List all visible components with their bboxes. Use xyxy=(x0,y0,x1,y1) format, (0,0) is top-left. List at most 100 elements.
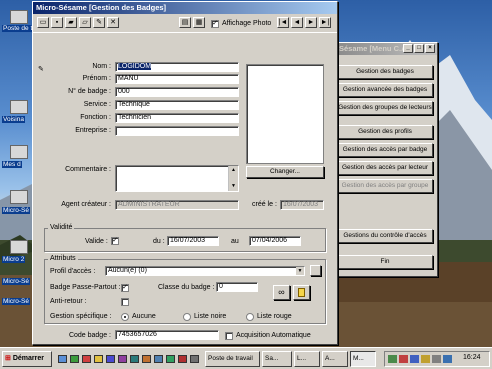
fonction-field[interactable]: Technicien xyxy=(115,113,239,123)
commentaire-textarea[interactable] xyxy=(115,165,239,192)
taskbar-item-l[interactable]: L... xyxy=(294,351,320,367)
minimize-icon[interactable]: _ xyxy=(403,44,413,53)
quicklaunch-icon[interactable] xyxy=(190,355,199,363)
menu-button-gestion-badges[interactable]: Gestion des badges xyxy=(337,65,433,79)
du-field[interactable]: 16/07/2003 xyxy=(167,236,219,246)
changer-button[interactable]: Changer... xyxy=(246,166,324,178)
speaker-icon[interactable] xyxy=(432,355,441,363)
folder-icon[interactable] xyxy=(10,145,28,159)
entreprise-field[interactable] xyxy=(115,126,239,136)
quicklaunch-icon[interactable] xyxy=(130,355,139,363)
app-icon[interactable] xyxy=(10,240,28,254)
clock[interactable]: 16:24 xyxy=(463,354,481,361)
document-icon[interactable] xyxy=(293,285,310,300)
close-icon[interactable]: × xyxy=(425,44,435,53)
tray-icon[interactable] xyxy=(399,355,408,363)
next-record-icon[interactable]: ► xyxy=(305,17,317,28)
quicklaunch-icon[interactable] xyxy=(70,355,79,363)
acquisition-checkbox[interactable] xyxy=(225,332,233,340)
menu-button-gestion-avancee[interactable]: Gestion avancée des badges xyxy=(337,83,433,97)
quicklaunch-icon[interactable] xyxy=(178,355,187,363)
menu-button-acces-groupe[interactable]: Gestion des accès par groupe xyxy=(337,179,433,193)
scroll-down-icon[interactable]: ▼ xyxy=(229,182,238,190)
folder-icon[interactable]: ▱ xyxy=(79,17,91,28)
tray-icon[interactable] xyxy=(388,355,397,363)
attributs-title: Attributs xyxy=(48,255,78,262)
classe-field[interactable]: 0 xyxy=(216,282,258,292)
desktop-icon-label[interactable]: Micro-Sé xyxy=(2,278,31,285)
profil-extra-button[interactable] xyxy=(310,265,321,276)
badge-titlebar[interactable]: Micro-Sésame [Gestion des Badges] xyxy=(33,2,337,14)
taskbar-item-poste[interactable]: Poste de travail xyxy=(205,351,260,367)
quicklaunch-icon[interactable] xyxy=(94,355,103,363)
desktop-icon-label[interactable]: Poste de t xyxy=(2,25,34,32)
photo-icon[interactable]: ▦ xyxy=(193,17,205,28)
profil-select[interactable]: Aucun(e) (0) xyxy=(105,266,305,276)
quicklaunch-icon[interactable] xyxy=(82,355,91,363)
prenom-field[interactable]: MANU xyxy=(115,74,239,84)
desktop-icon-label[interactable]: Micro-Sé xyxy=(2,207,31,214)
menu-button-acces-lecteur[interactable]: Gestion des accès par lecteur xyxy=(337,161,433,175)
menu-button-controle-acces[interactable]: Gestions du contrôle d'accès xyxy=(337,229,433,243)
quicklaunch-icon[interactable] xyxy=(154,355,163,363)
cree-field: 16/07/2003 xyxy=(280,200,324,210)
menu-button-groupes-lecteurs[interactable]: Gestion des groupes de lecteurs xyxy=(337,101,433,115)
menu-button-fin[interactable]: Fin xyxy=(337,255,433,269)
chevron-down-icon[interactable]: ▼ xyxy=(296,267,304,275)
au-field[interactable]: 07/04/2006 xyxy=(249,236,301,246)
taskbar-item-a[interactable]: A... xyxy=(322,351,348,367)
tray-icon[interactable] xyxy=(421,355,430,363)
radio-liste-rouge-label: Liste rouge xyxy=(257,313,292,320)
scroll-up-icon[interactable]: ▲ xyxy=(229,166,238,174)
maximize-icon[interactable]: □ xyxy=(414,44,424,53)
desktop-icon-label[interactable]: Mes d xyxy=(2,161,22,168)
delete-icon[interactable]: ✕ xyxy=(107,17,119,28)
save-icon[interactable]: ▪ xyxy=(51,17,63,28)
taskbar-item-sa[interactable]: Sa... xyxy=(262,351,292,367)
computer-icon[interactable] xyxy=(10,10,28,24)
edit-pencil-icon: ✎ xyxy=(38,66,44,73)
open-folder-icon[interactable]: ▰ xyxy=(65,17,77,28)
quicklaunch-icon[interactable] xyxy=(58,355,67,363)
network-icon[interactable] xyxy=(10,100,28,114)
anti-retour-checkbox[interactable] xyxy=(121,298,129,306)
first-record-icon[interactable]: |◄ xyxy=(277,17,289,28)
desktop-icon-label[interactable]: Micro 2 xyxy=(2,256,26,263)
photo-frame xyxy=(246,64,324,164)
entreprise-label: Entreprise : xyxy=(75,127,111,134)
edit-icon[interactable]: ✎ xyxy=(93,17,105,28)
nom-label: Nom : xyxy=(92,63,111,70)
desktop-icon-label[interactable]: Micro-Sé xyxy=(2,298,31,305)
taskbar-item-m[interactable]: M... xyxy=(350,351,376,367)
desktop-icon-label[interactable]: Voisina xyxy=(2,116,25,123)
photo-checkbox[interactable]: ✓ xyxy=(211,20,219,28)
quicklaunch-icon[interactable] xyxy=(142,355,151,363)
menu-button-acces-badge[interactable]: Gestion des accès par badge xyxy=(337,143,433,157)
service-field[interactable]: Technique xyxy=(115,100,239,110)
passe-partout-checkbox[interactable]: ✓ xyxy=(121,284,129,292)
code-badge-field[interactable]: 7453657026 xyxy=(115,330,219,340)
app-icon[interactable] xyxy=(10,190,28,204)
tray-icon[interactable] xyxy=(410,355,419,363)
quicklaunch-icon[interactable] xyxy=(166,355,175,363)
quicklaunch-icon[interactable] xyxy=(118,355,127,363)
tray-icon[interactable] xyxy=(443,355,452,363)
start-button[interactable]: ⊞ Démarrer xyxy=(2,351,52,367)
prev-record-icon[interactable]: ◄ xyxy=(291,17,303,28)
menu-title: Sésame [Menu C.A.] xyxy=(339,44,412,53)
prenom-label: Prénom : xyxy=(82,75,111,82)
radio-aucune[interactable] xyxy=(121,313,129,321)
binoculars-icon[interactable]: ∞ xyxy=(273,285,290,300)
radio-liste-noire[interactable] xyxy=(183,313,191,321)
comment-scrollbar[interactable]: ▲ ▼ xyxy=(228,166,238,191)
new-icon[interactable]: ▭ xyxy=(37,17,49,28)
quicklaunch-icon[interactable] xyxy=(106,355,115,363)
badge-number-field[interactable]: 000 xyxy=(115,87,239,97)
menu-button-profils[interactable]: Gestion des profils xyxy=(337,125,433,139)
radio-liste-rouge[interactable] xyxy=(246,313,254,321)
profil-label: Profil d'accès : xyxy=(50,268,96,275)
valide-checkbox[interactable]: ✓ xyxy=(111,237,119,245)
last-record-icon[interactable]: ►| xyxy=(319,17,331,28)
print-icon[interactable]: ▤ xyxy=(179,17,191,28)
nom-field[interactable]: LOGIDOM xyxy=(115,62,239,72)
